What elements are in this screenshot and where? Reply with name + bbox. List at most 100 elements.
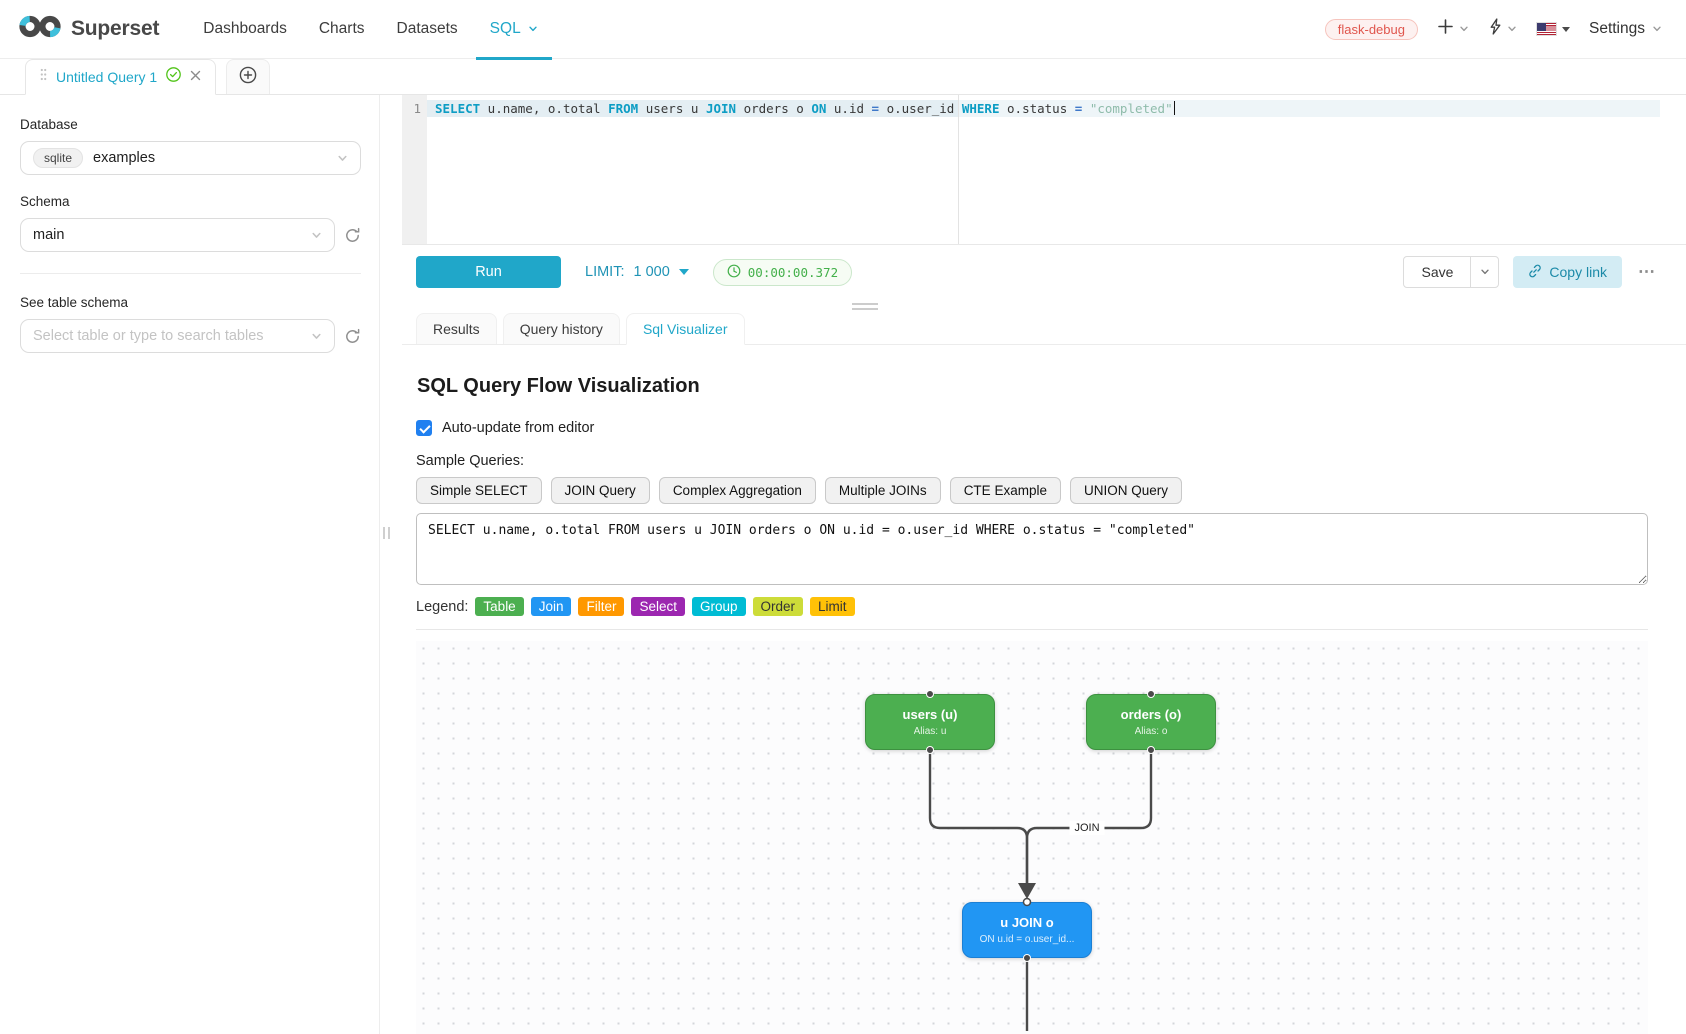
- sample-query-button-complex-aggregation[interactable]: Complex Aggregation: [659, 477, 816, 504]
- table-select-placeholder: Select table or type to search tables: [33, 328, 264, 344]
- sql-token: SELECT: [435, 101, 480, 116]
- auto-update-checkbox[interactable]: [416, 420, 432, 436]
- legend-chip-join: Join: [531, 597, 572, 616]
- link-icon: [1528, 264, 1542, 281]
- save-split-button: Save: [1403, 256, 1499, 288]
- chevron-down-icon: [1652, 24, 1662, 34]
- legend-chip-select: Select: [631, 597, 685, 616]
- superset-logo-icon: [18, 13, 62, 45]
- result-tabs: ResultsQuery historySql Visualizer: [402, 313, 1686, 345]
- sidebar-resize-splitter[interactable]: [380, 95, 402, 1034]
- legend-chips: TableJoinFilterSelectGroupOrderLimit: [475, 597, 854, 616]
- superset-home-link[interactable]: Superset: [18, 13, 159, 45]
- body-row: Database sqlite examples Schema main: [0, 95, 1686, 1034]
- copy-link-button[interactable]: Copy link: [1513, 256, 1622, 288]
- sql-visualizer-panel: SQL Query Flow Visualization Auto-update…: [402, 345, 1686, 1034]
- sql-token: JOIN: [706, 101, 736, 116]
- flow-node-subtitle: Alias: u: [914, 726, 947, 737]
- new-item-menu[interactable]: [1437, 18, 1469, 40]
- sample-query-button-multiple-joins[interactable]: Multiple JOINs: [825, 477, 941, 504]
- flow-node-title: orders (o): [1121, 707, 1182, 722]
- run-button[interactable]: Run: [416, 256, 561, 288]
- sidebar-divider: [20, 273, 361, 274]
- plus-icon: [1437, 18, 1454, 40]
- drag-handle-icon: [40, 68, 47, 86]
- sqllab-sidebar: Database sqlite examples Schema main: [0, 95, 380, 1034]
- save-options-button[interactable]: [1470, 256, 1499, 288]
- nav-item-datasets[interactable]: Datasets: [381, 0, 474, 59]
- database-field: Database sqlite examples: [20, 117, 361, 175]
- sample-query-button-join-query[interactable]: JOIN Query: [551, 477, 650, 504]
- sql-token: orders o: [736, 101, 811, 116]
- add-tab-button[interactable]: [226, 59, 270, 94]
- legend-row: Legend: TableJoinFilterSelectGroupOrderL…: [416, 597, 1648, 616]
- nav-item-charts[interactable]: Charts: [303, 0, 381, 59]
- limit-dropdown[interactable]: LIMIT: 1 000: [585, 264, 689, 280]
- legend-chip-table: Table: [475, 597, 523, 616]
- editor-toolbar: Run LIMIT: 1 000 00:00:00.372 Save: [402, 245, 1686, 299]
- sql-token: [1082, 101, 1090, 116]
- table-schema-field: See table schema Select table or type to…: [20, 295, 361, 353]
- flow-edges: [416, 641, 1648, 1031]
- flow-node-join[interactable]: u JOIN oON u.id = o.user_id...: [962, 902, 1092, 958]
- database-select[interactable]: sqlite examples: [20, 141, 361, 175]
- content-divider: [416, 629, 1648, 630]
- chevron-down-icon: [1459, 24, 1469, 34]
- clock-icon: [727, 264, 741, 281]
- query-input[interactable]: SELECT u.name, o.total FROM users u JOIN…: [416, 513, 1648, 585]
- sql-token: ON: [811, 101, 826, 116]
- nav-item-sql[interactable]: SQL: [474, 0, 554, 59]
- schema-select-value: main: [33, 227, 64, 243]
- table-select[interactable]: Select table or type to search tables: [20, 319, 335, 353]
- brand-title: Superset: [71, 17, 159, 41]
- superset-app: Superset DashboardsChartsDatasetsSQL fla…: [0, 0, 1686, 1034]
- query-timer-badge: 00:00:00.372: [713, 259, 852, 286]
- legend-chip-order: Order: [753, 597, 804, 616]
- sql-editor[interactable]: 1 SELECT u.name, o.total FROM users u JO…: [402, 95, 1686, 245]
- nav-item-dashboards[interactable]: Dashboards: [187, 0, 303, 59]
- auto-update-label: Auto-update from editor: [442, 420, 594, 436]
- save-button[interactable]: Save: [1403, 256, 1471, 288]
- schema-select[interactable]: main: [20, 218, 335, 252]
- database-select-value: examples: [93, 150, 155, 166]
- legend-chip-limit: Limit: [810, 597, 855, 616]
- sample-queries-label: Sample Queries:: [416, 453, 1648, 469]
- refresh-schemas-icon[interactable]: [344, 227, 361, 244]
- language-picker[interactable]: [1536, 22, 1570, 36]
- close-icon[interactable]: [190, 68, 201, 86]
- page-title: SQL Query Flow Visualization: [417, 375, 1648, 398]
- query-tab-untitled-query-1[interactable]: Untitled Query 1: [25, 59, 216, 95]
- panel-drag-handle[interactable]: [852, 303, 878, 310]
- sample-query-button-union-query[interactable]: UNION Query: [1070, 477, 1182, 504]
- tab-sql-visualizer[interactable]: Sql Visualizer: [626, 313, 745, 345]
- editor-print-margin: [958, 95, 959, 244]
- limit-value: 1 000: [633, 264, 669, 280]
- tab-query-history[interactable]: Query history: [503, 313, 620, 344]
- refresh-tables-icon[interactable]: [344, 328, 361, 345]
- chevron-down-icon: [1507, 24, 1517, 34]
- copy-link-label: Copy link: [1549, 264, 1607, 280]
- more-options-button[interactable]: ⋯: [1638, 262, 1656, 282]
- environment-badge: flask-debug: [1325, 19, 1418, 40]
- sample-query-button-simple-select[interactable]: Simple SELECT: [416, 477, 542, 504]
- active-queries-menu[interactable]: [1488, 18, 1517, 40]
- tab-results[interactable]: Results: [416, 313, 497, 344]
- line-number: 1: [413, 100, 421, 117]
- legend-chip-filter: Filter: [578, 597, 624, 616]
- caret-down-icon: [679, 269, 689, 275]
- sql-token: u.id: [826, 101, 871, 116]
- flow-canvas[interactable]: users (u)Alias: u orders (o)Alias: o u JOI…: [416, 641, 1648, 1034]
- sample-query-button-cte-example[interactable]: CTE Example: [950, 477, 1061, 504]
- sqllab-main: 1 SELECT u.name, o.total FROM users u JO…: [402, 95, 1686, 1034]
- arrowhead-icon: [1018, 883, 1036, 899]
- sql-token: users u: [638, 101, 706, 116]
- flow-node-orders[interactable]: orders (o)Alias: o: [1086, 694, 1216, 750]
- settings-menu[interactable]: Settings: [1589, 20, 1662, 38]
- query-tabstrip: Untitled Query 1: [0, 59, 1686, 95]
- caret-down-icon: [1562, 27, 1570, 32]
- query-tab-label: Untitled Query 1: [56, 69, 157, 85]
- sql-code-line: SELECT u.name, o.total FROM users u JOIN…: [435, 100, 1175, 117]
- flow-node-users[interactable]: users (u)Alias: u: [865, 694, 995, 750]
- database-label: Database: [20, 117, 361, 132]
- database-engine-badge: sqlite: [33, 148, 83, 168]
